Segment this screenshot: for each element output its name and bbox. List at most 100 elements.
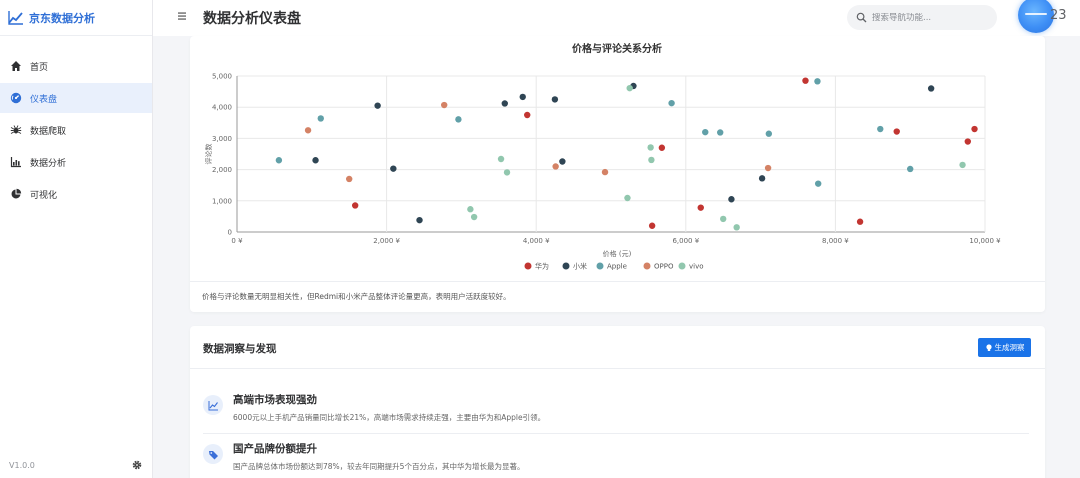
- insight-description: 国产品牌总体市场份额达到78%，较去年同期提升5个百分点，其中华为增长最为显著。: [233, 462, 525, 471]
- data-point: [346, 175, 353, 183]
- data-point: [351, 202, 359, 209]
- data-point: [907, 165, 914, 173]
- sidebar-item-analysis[interactable]: 数据分析: [0, 147, 152, 177]
- data-point: [648, 156, 655, 164]
- data-point: [856, 218, 864, 225]
- legend-marker: [524, 262, 532, 270]
- legend-label: vivo: [689, 263, 704, 271]
- tag-icon: [203, 444, 223, 464]
- sidebar-item-dashboard[interactable]: 仪表盘: [0, 83, 152, 113]
- search-box[interactable]: [847, 5, 997, 30]
- divider: [203, 433, 1029, 434]
- data-point: [647, 144, 654, 151]
- data-point: [668, 99, 675, 107]
- x-axis-title: 价格 (元): [603, 249, 632, 258]
- data-point: [551, 96, 559, 103]
- legend-label: OPPO: [654, 263, 674, 271]
- x-tick-label: 6,000 ¥: [672, 237, 699, 245]
- data-point: [304, 127, 312, 134]
- sidebar: 京东数据分析 首页 仪表盘 数据爬取 数据分析 可视化 V1.0.0: [0, 0, 153, 478]
- insight-description: 6000元以上手机产品销量同比增长21%，高端市场需求持续走强，主要由华为和Ap…: [233, 413, 546, 422]
- y-tick-label: 0: [228, 229, 232, 237]
- legend-marker: [562, 262, 570, 270]
- data-point: [524, 111, 531, 119]
- avatar[interactable]: [1018, 0, 1054, 33]
- gear-icon[interactable]: [132, 460, 142, 470]
- data-point: [374, 102, 381, 109]
- sidebar-item-crawl[interactable]: 数据爬取: [0, 115, 152, 145]
- user-label: 23: [1050, 8, 1067, 23]
- data-point: [717, 129, 724, 136]
- version-label: V1.0.0: [9, 460, 35, 470]
- data-point: [552, 163, 559, 170]
- x-tick-label: 4,000 ¥: [523, 237, 550, 245]
- data-point: [497, 155, 505, 163]
- data-point: [758, 175, 766, 182]
- legend-label: 华为: [535, 262, 549, 271]
- data-point: [814, 180, 822, 187]
- insight-title: 国产品牌份额提升: [233, 443, 317, 455]
- menu-toggle-icon[interactable]: [176, 10, 188, 22]
- bar-chart-icon: [10, 156, 22, 168]
- data-point: [624, 194, 631, 202]
- data-point: [877, 125, 884, 133]
- data-point: [317, 115, 324, 122]
- legend-label: 小米: [573, 262, 587, 271]
- sidebar-item-label: 仪表盘: [30, 94, 58, 105]
- data-point: [440, 101, 448, 109]
- pie-chart-icon: [10, 188, 22, 200]
- search-icon: [856, 12, 867, 23]
- chart-card: 价格与评论关系分析 0 1,000 2,000 3,000 4,000 5,000 0 ¥ 2,…: [190, 36, 1045, 312]
- data-point: [501, 100, 508, 107]
- legend-marker: [596, 262, 604, 270]
- y-tick-label: 5,000: [212, 73, 232, 81]
- x-tick-label: 10,000 ¥: [969, 237, 1001, 245]
- data-point: [390, 165, 397, 172]
- sidebar-nav: 首页 仪表盘 数据爬取 数据分析 可视化: [0, 51, 152, 209]
- data-point: [964, 138, 971, 145]
- data-point: [893, 128, 900, 135]
- data-point: [601, 168, 609, 176]
- spider-icon: [10, 124, 22, 136]
- chart-description: 价格与评论数量无明显相关性，但Redmi和小米产品整体评论量更高，表明用户活跃度…: [202, 292, 511, 301]
- sidebar-item-label: 数据爬取: [30, 126, 67, 137]
- top-header: 数据分析仪表盘 23: [153, 0, 1080, 36]
- home-icon: [10, 60, 22, 72]
- legend-label: Apple: [607, 263, 627, 271]
- data-point: [312, 157, 319, 164]
- data-point: [971, 125, 978, 133]
- brand[interactable]: 京东数据分析: [0, 0, 152, 36]
- data-point: [728, 196, 735, 203]
- page-title: 数据分析仪表盘: [203, 11, 301, 27]
- data-point: [733, 224, 740, 231]
- dashboard-icon: [10, 92, 22, 104]
- brand-name: 京东数据分析: [29, 11, 95, 25]
- data-point: [720, 215, 727, 223]
- data-point: [470, 213, 478, 221]
- search-input[interactable]: [872, 12, 984, 23]
- sidebar-item-visualization[interactable]: 可视化: [0, 179, 152, 209]
- x-tick-label: 0 ¥: [231, 237, 243, 245]
- data-point: [802, 77, 809, 84]
- y-tick-label: 4,000: [212, 104, 232, 112]
- data-point: [658, 144, 666, 151]
- trend-logo-icon: [8, 10, 24, 26]
- y-axis-title: 评论数: [204, 144, 213, 165]
- sidebar-item-home[interactable]: 首页: [0, 51, 152, 81]
- data-point: [765, 130, 773, 137]
- data-point: [702, 128, 709, 136]
- y-tick-label: 3,000: [212, 135, 232, 143]
- data-point: [455, 116, 462, 123]
- chart-title: 价格与评论关系分析: [572, 42, 662, 55]
- legend-marker: [643, 262, 651, 270]
- data-point: [416, 216, 423, 224]
- sidebar-item-label: 可视化: [30, 190, 58, 201]
- data-point: [814, 78, 821, 85]
- y-tick-label: 2,000: [212, 166, 232, 174]
- divider: [190, 281, 1045, 282]
- trend-line-icon: [203, 395, 223, 415]
- generate-insights-button[interactable]: 生成洞察: [978, 338, 1031, 357]
- lightbulb-icon: [985, 343, 993, 352]
- scatter-chart: 价格与评论关系分析 0 1,000 2,000 3,000 4,000 5,000 0 ¥ 2,…: [204, 42, 1001, 271]
- sidebar-item-label: 首页: [30, 62, 49, 73]
